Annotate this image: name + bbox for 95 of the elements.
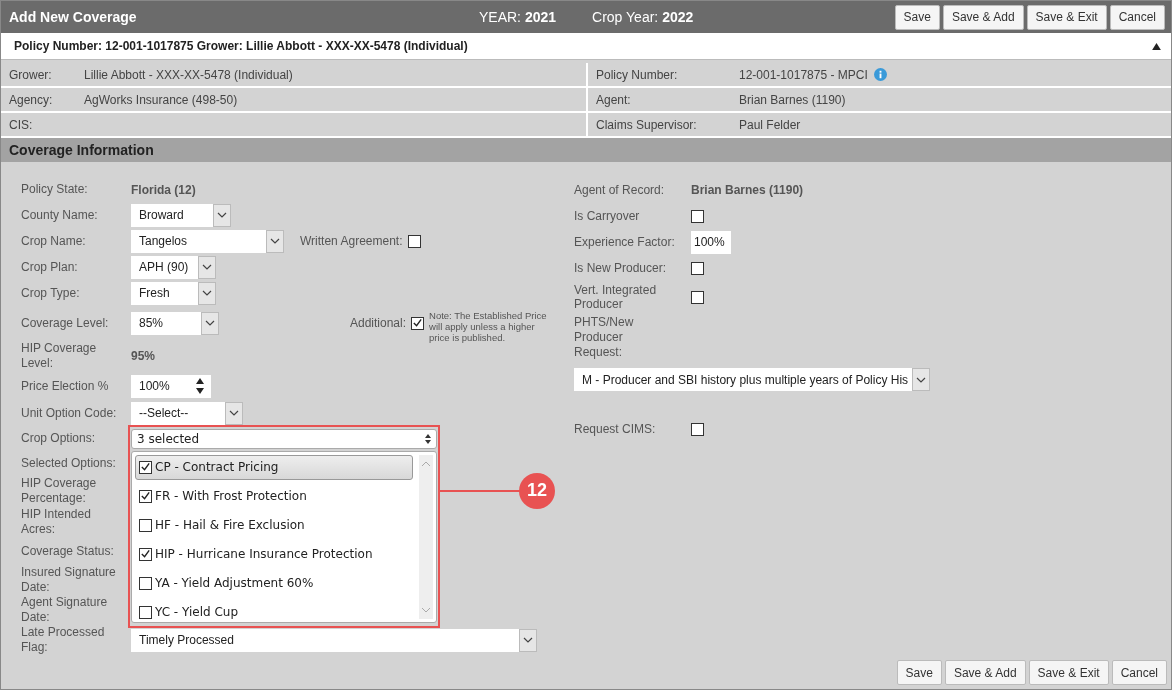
year-text: YEAR: 2021 (479, 9, 557, 25)
info-value: 12-001-1017875 - MPCI (739, 67, 868, 82)
field-label: Coverage Status: (21, 543, 115, 559)
select-field[interactable]: Broward (131, 203, 231, 227)
field-label: Coverage Level: (21, 315, 110, 331)
select-field[interactable]: APH (90) (131, 255, 216, 279)
select-field[interactable]: M - Producer and SBI history plus multiple years of Policy His (574, 368, 930, 391)
field-label: HIP Intended Acres: (21, 506, 92, 537)
option-item[interactable]: CP - Contract Pricing (135, 454, 413, 480)
field-label: Late Processed Flag: (21, 625, 106, 655)
footer-button[interactable]: Save & Add (944, 660, 1026, 685)
field-label: Insured Signature Date: (21, 565, 117, 595)
field-label: Crop Type: (21, 285, 81, 301)
select-field[interactable]: Tangelos (131, 229, 284, 253)
section-header: Coverage Information (1, 138, 1171, 162)
caret-icon[interactable] (205, 320, 215, 326)
option-checkbox[interactable] (139, 460, 152, 474)
policy-summary: Policy Number: 12-001-1017875 Grower: Lillie Abbott - XXX-XX-5478 (Individual) (14, 39, 468, 53)
caret-icon[interactable] (217, 212, 227, 218)
checkbox[interactable] (411, 316, 425, 330)
option-item[interactable]: HIP - Hurricane Insurance Protection (135, 541, 413, 567)
field-label: Agent Signature Date: (21, 595, 109, 625)
header-button[interactable]: Cancel (1109, 4, 1165, 30)
footer-button[interactable]: Save (896, 660, 942, 685)
field-label: Is New Producer: (574, 261, 668, 275)
input-field[interactable]: 100% (691, 230, 731, 254)
field-label: Agent of Record: (574, 183, 666, 197)
callout-badge: 12 (519, 472, 555, 509)
page-title: Add New Coverage (9, 9, 138, 25)
select-field[interactable]: --Select-- (131, 401, 243, 425)
field-label: Crop Plan: (21, 259, 79, 275)
field-label: Written Agreement: (300, 234, 403, 248)
info-value: AgWorks Insurance (498-50) (84, 92, 238, 107)
select-field[interactable]: Timely Processed (131, 628, 537, 652)
field-label: Unit Option Code: (21, 405, 118, 421)
multiselect-field[interactable]: 3 selected (131, 428, 437, 449)
caret-icon[interactable] (270, 238, 280, 244)
info-value: Paul Felder (739, 117, 801, 132)
info-value: Brian Barnes (1190) (739, 92, 846, 107)
note-text: Note: The Established Price will apply unless a higher price is published. (429, 309, 548, 343)
collapse-icon[interactable] (1152, 42, 1161, 50)
field-label: Policy State: (21, 182, 89, 197)
info-label: Agency: (9, 92, 54, 107)
caret-icon[interactable] (916, 376, 926, 383)
caret-icon[interactable] (523, 637, 533, 643)
header-button[interactable]: Save & Add (942, 4, 1024, 30)
option-item[interactable]: FR - With Frost Protection (135, 483, 413, 509)
footer-button[interactable]: Cancel (1111, 660, 1167, 685)
footer-button[interactable]: Save & Exit (1028, 660, 1109, 685)
number-field[interactable]: 100% (131, 374, 211, 398)
option-checkbox[interactable] (139, 605, 152, 619)
select-field[interactable]: 85% (131, 311, 219, 335)
spinner-arrows-icon[interactable] (195, 376, 205, 396)
field-label: Price Election % (21, 378, 110, 394)
field-label: PHTS/New Producer Request: (574, 315, 635, 360)
caret-icon[interactable] (229, 410, 239, 416)
field-label: HIP Coverage Level: (21, 341, 98, 371)
field-label: Crop Name: (21, 233, 87, 249)
header-button[interactable]: Save (894, 4, 940, 30)
field-label: Request CIMS: (574, 422, 657, 436)
crop-year-text: Crop Year: 2022 (592, 9, 694, 25)
checkbox[interactable] (691, 290, 704, 304)
option-item[interactable]: YA - Yield Adjustment 60% (135, 570, 413, 596)
info-label: Policy Number: (596, 67, 679, 82)
checkbox[interactable] (691, 422, 704, 436)
info-label: Agent: (596, 92, 632, 107)
field-label: Additional: (350, 316, 407, 330)
checkbox[interactable] (407, 234, 421, 248)
header-button[interactable]: Save & Exit (1026, 4, 1107, 30)
info-value: Lillie Abbott - XXX-XX-5478 (Individual) (84, 67, 293, 82)
checkbox[interactable] (691, 209, 704, 223)
option-checkbox[interactable] (139, 518, 152, 532)
option-checkbox[interactable] (139, 576, 152, 590)
option-checkbox[interactable] (139, 489, 152, 503)
info-label: Grower: (9, 67, 53, 82)
info-label: Claims Supervisor: (596, 117, 698, 132)
caret-icon[interactable] (202, 264, 212, 270)
field-value: Florida (12) (131, 182, 196, 197)
option-checkbox[interactable] (139, 547, 152, 561)
select-field[interactable]: Fresh (131, 281, 216, 305)
caret-icon[interactable] (202, 290, 212, 296)
field-label: Crop Options: (21, 431, 97, 446)
field-label: Selected Options: (21, 455, 117, 471)
updown-arrows-icon (425, 433, 431, 444)
field-label: Experience Factor: (574, 235, 676, 249)
field-value: 95% (131, 349, 156, 363)
info-label: CIS: (9, 117, 34, 132)
option-item[interactable]: YC - Yield Cup (135, 599, 413, 625)
field-label: HIP Coverage Percentage: (21, 475, 98, 506)
field-label: Is Carryover (574, 209, 641, 223)
field-label: Vert. Integrated Producer (574, 283, 658, 311)
checkbox[interactable] (691, 261, 704, 275)
info-icon[interactable] (873, 68, 887, 81)
field-label: County Name: (21, 207, 99, 223)
option-item[interactable]: HF - Hail & Fire Exclusion (135, 512, 413, 538)
